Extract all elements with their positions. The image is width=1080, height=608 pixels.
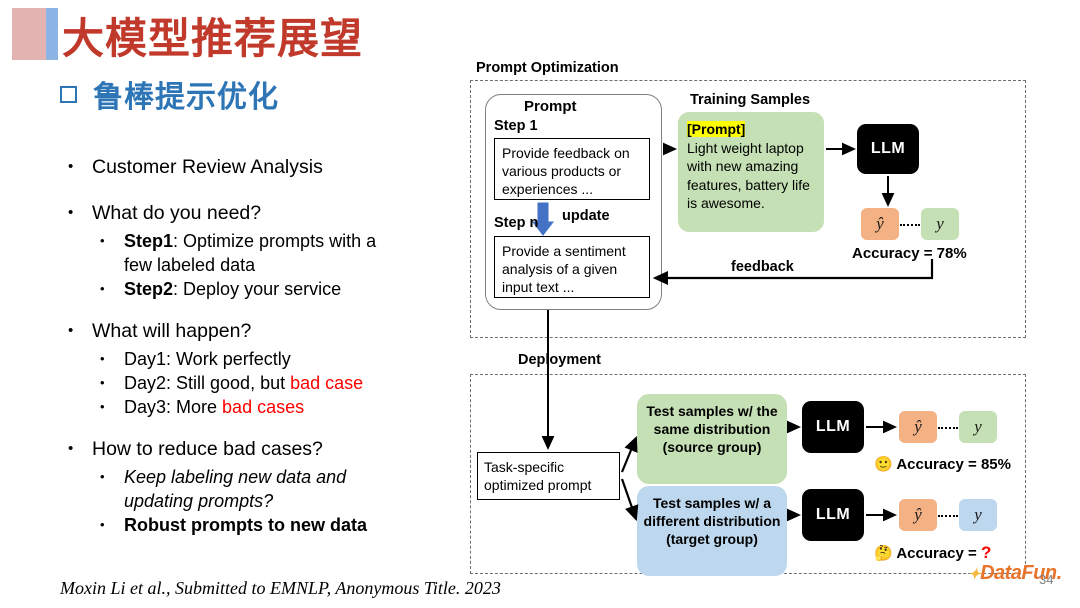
bullet-robust-prompts: Robust prompts to new data — [62, 513, 462, 537]
update-label: update — [562, 208, 610, 224]
step-n-text-box: Provide a sentiment analysis of a given … — [494, 236, 650, 298]
bullet-what-will-happen: What will happen? — [62, 318, 462, 344]
bullet-day3: Day3: More bad cases — [62, 395, 462, 419]
step1-label: Step1 — [124, 231, 174, 251]
bullet-keep-labeling-continuation: updating prompts? — [62, 490, 462, 513]
subtitle-text: 鲁棒提示优化 — [93, 81, 279, 114]
bullet-what-do-you-need: What do you need? — [62, 200, 462, 226]
yhat-y-link-source — [938, 427, 958, 429]
accuracy-source: 🙂 Accuracy = 85% — [874, 455, 1011, 473]
bullet-how-to-reduce: How to reduce bad cases? — [62, 436, 462, 462]
yhat-box-target: ŷ — [899, 499, 937, 531]
step-1-label: Step 1 — [494, 118, 538, 134]
training-samples-label: Training Samples — [690, 92, 811, 108]
y-box-target: y — [959, 499, 997, 531]
yhat-box-training: ŷ — [861, 208, 899, 240]
yhat-y-link-target — [938, 515, 958, 517]
bullet-step1: Step1: Optimize prompts with a — [62, 229, 462, 253]
smiling-face-icon: 🙂 — [874, 456, 893, 473]
bullet-day2: Day2: Still good, but bad case — [62, 371, 462, 395]
y-box-source: y — [959, 411, 997, 443]
checkbox-square-icon — [60, 85, 77, 103]
bullet-step2: Step2: Deploy your service — [62, 277, 462, 301]
bullet-customer-review: Customer Review Analysis — [62, 154, 462, 180]
thinking-face-icon: 🤔 — [874, 545, 893, 562]
page-number: 34 — [1039, 572, 1054, 587]
step-1-text-box: Provide feedback on various products or … — [494, 138, 650, 200]
accent-pink-block — [12, 8, 46, 60]
task-specific-prompt-box: Task-specific optimized prompt — [477, 452, 620, 500]
page-title: 大模型推荐展望 — [62, 15, 364, 62]
accent-blue-stripe — [46, 8, 58, 60]
keep-labeling-text: Keep labeling new data and — [124, 467, 347, 487]
title-accent-bar — [12, 8, 58, 60]
robust-prompts-text: Robust prompts to new data — [124, 515, 367, 535]
subtitle-row: 鲁棒提示优化 — [60, 72, 279, 116]
bullet-list: Customer Review Analysis What do you nee… — [62, 154, 462, 538]
bullet-day1: Day1: Work perfectly — [62, 347, 462, 371]
deployment-label: Deployment — [518, 352, 601, 368]
yhat-y-link-training — [900, 224, 920, 226]
accuracy-target-value: ? — [980, 543, 992, 562]
bullet-step1-continuation: few labeled data — [124, 255, 256, 275]
citation-footnote: Moxin Li et al., Submitted to EMNLP, Ano… — [60, 578, 501, 598]
day3-bad-cases: bad cases — [222, 397, 305, 417]
day3-prefix: Day3: More — [124, 397, 223, 417]
sparkle-icon: ✦ — [968, 566, 981, 583]
llm-box-source: LLM — [802, 401, 864, 453]
accuracy-training: Accuracy = 78% — [852, 245, 967, 262]
accuracy-target: 🤔 Accuracy = ? — [874, 543, 991, 563]
accuracy-target-prefix: Accuracy = — [896, 545, 981, 562]
step2-rest: : Deploy your service — [173, 279, 342, 299]
yhat-box-source: ŷ — [899, 411, 937, 443]
prompt-heading: Prompt — [524, 98, 577, 115]
step2-label: Step2 — [124, 279, 174, 299]
training-sample-box: [Prompt] Light weight laptop with new am… — [678, 112, 824, 232]
llm-box-training: LLM — [857, 124, 919, 174]
test-samples-target-box: Test samples w/ a different distribution… — [637, 486, 787, 576]
slide-canvas: 大模型推荐展望 鲁棒提示优化 Customer Review Analysis … — [0, 0, 1080, 608]
day2-prefix: Day2: Still good, but — [124, 373, 291, 393]
test-samples-source-box: Test samples w/ the same distribution (s… — [637, 394, 787, 484]
accuracy-source-text: Accuracy = 85% — [896, 456, 1011, 473]
feedback-label: feedback — [731, 259, 794, 275]
prompt-tag-highlight: [Prompt] — [687, 121, 746, 137]
day2-bad-case: bad case — [290, 373, 364, 393]
updating-prompts-text: updating prompts? — [124, 491, 274, 511]
llm-box-target: LLM — [802, 489, 864, 541]
step-n-label: Step n — [494, 215, 539, 231]
y-box-training: y — [921, 208, 959, 240]
bullet-keep-labeling: Keep labeling new data and — [62, 465, 462, 489]
pipeline-diagram: Prompt Optimization Deployment Prompt St… — [462, 56, 1076, 576]
training-sample-text: Light weight laptop with new amazing fea… — [687, 139, 810, 212]
prompt-optimization-label: Prompt Optimization — [476, 60, 619, 76]
step1-rest: : Optimize prompts with a — [173, 231, 377, 251]
